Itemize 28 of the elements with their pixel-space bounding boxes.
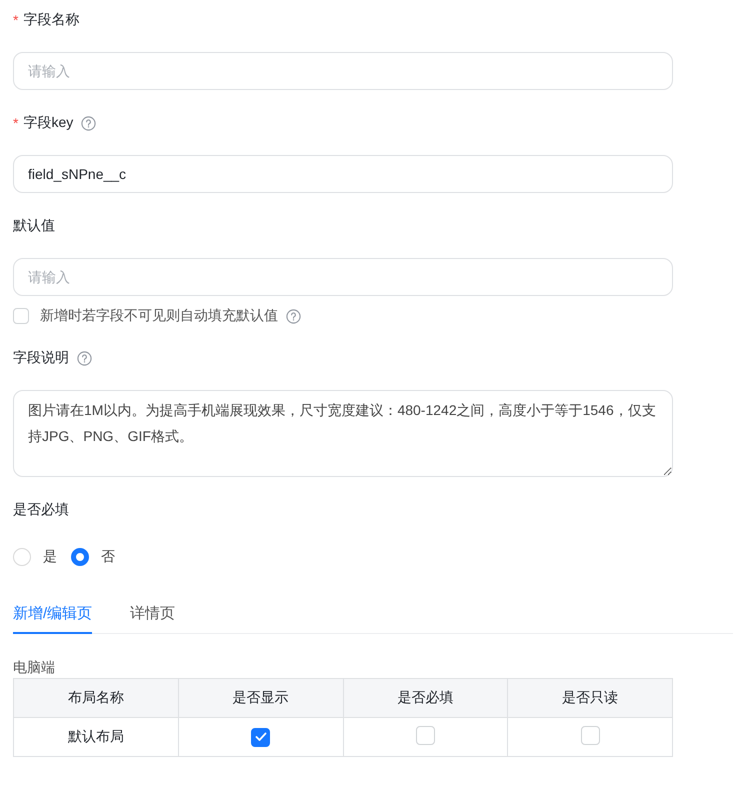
- input-field[interactable]: 请输入: [13, 258, 673, 296]
- help-icon[interactable]: [286, 308, 301, 324]
- check-icon: [254, 732, 267, 742]
- section-title: 电脑端: [13, 658, 56, 677]
- checkbox-label[interactable]: 新增时若字段不可见则自动填充默认值: [40, 307, 278, 325]
- radio-label[interactable]: 是: [43, 548, 57, 566]
- field-label: 字段说明: [13, 349, 69, 367]
- column-header: 是否只读: [508, 678, 672, 718]
- help-icon[interactable]: [81, 116, 96, 130]
- field-label: 是否必填: [13, 501, 69, 519]
- tab[interactable]: 详情页: [130, 596, 176, 634]
- radio-label[interactable]: 否: [101, 548, 115, 566]
- checkbox[interactable]: [251, 728, 270, 746]
- input-field[interactable]: field_sNPne__c: [13, 155, 673, 193]
- field-label: 字段名称: [23, 11, 80, 29]
- column-header: 是否显示: [178, 678, 343, 718]
- field-label: 默认值: [13, 217, 55, 235]
- radio-button[interactable]: [71, 548, 89, 566]
- required-mark: *: [13, 12, 18, 28]
- help-icon[interactable]: [77, 350, 92, 366]
- field-label: 字段key: [23, 114, 74, 132]
- column-header: 是否必填: [343, 678, 508, 718]
- column-header: 布局名称: [14, 678, 178, 718]
- input-field[interactable]: 请输入: [13, 52, 673, 90]
- required-mark: *: [13, 115, 18, 131]
- table-cell: 默认布局: [14, 718, 178, 756]
- text-area[interactable]: 图片请在1M以内。为提高手机端展现效果，尺寸宽度建议：480-1242之间，高度小于等于1546，仅支持JPG、PNG、GIF格式。: [13, 390, 673, 477]
- tab[interactable]: 新增/编辑页: [13, 596, 92, 634]
